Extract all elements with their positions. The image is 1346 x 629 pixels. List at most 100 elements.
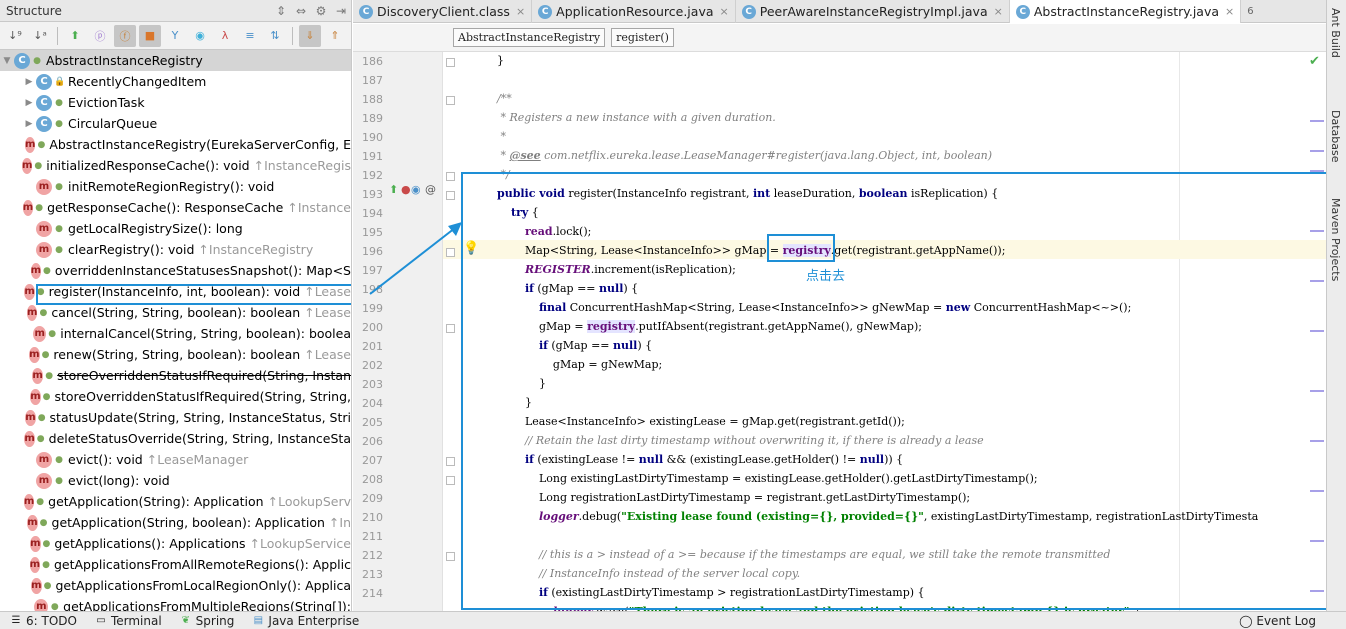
show-fields-icon[interactable]: ⓕ: [114, 24, 136, 47]
tree-method-item[interactable]: m ● evict(): void ↑LeaseManager: [0, 449, 351, 470]
hide-icon[interactable]: ⇥: [331, 2, 351, 20]
tree-method-item[interactable]: m ● AbstractInstanceRegistry(EurekaServerC…: [0, 134, 351, 155]
fold-marker-icon[interactable]: [446, 96, 455, 105]
autoscroll-to-source-icon[interactable]: ⇓: [299, 24, 321, 47]
breadcrumb-class[interactable]: AbstractInstanceRegistry: [453, 28, 606, 47]
tree-class-item[interactable]: ▶ C 🔒 RecentlyChangedItem: [0, 71, 351, 92]
overridden-icon[interactable]: ◉: [411, 183, 421, 196]
fold-marker-icon[interactable]: [446, 324, 455, 333]
tree-method-item[interactable]: m ● deleteStatusOverride(String, String, I…: [0, 428, 351, 449]
show-inherited-icon[interactable]: ⬆: [64, 25, 86, 47]
expand-arrow-icon[interactable]: ▶: [22, 119, 36, 129]
tab-abstract-instance-registry[interactable]: C AbstractInstanceRegistry.java ×: [1009, 0, 1242, 23]
autoscroll-from-source-icon[interactable]: ⇑: [324, 25, 346, 47]
tree-class-item[interactable]: ▶ C ● CircularQueue: [0, 113, 351, 134]
member-signature: CircularQueue: [68, 116, 158, 131]
breadcrumb-method[interactable]: register(): [611, 28, 674, 47]
collapse-arrow-icon[interactable]: ▼: [0, 56, 14, 66]
expand-icon[interactable]: ⇅: [264, 25, 286, 47]
gear-icon[interactable]: ⚙: [311, 2, 331, 20]
close-icon[interactable]: ×: [720, 5, 729, 18]
sort-visibility-icon[interactable]: ↓⁹: [4, 25, 26, 47]
usage-stripe-mark[interactable]: [1310, 170, 1324, 172]
editor-tabs: C DiscoveryClient.class × C ApplicationReso…: [353, 0, 1346, 23]
close-icon[interactable]: ×: [516, 5, 525, 18]
close-icon[interactable]: ×: [994, 5, 1003, 18]
tab-overflow[interactable]: 6: [1241, 0, 1259, 23]
usage-stripe-mark[interactable]: [1310, 540, 1324, 542]
tool-todo[interactable]: ☰ 6: TODO: [10, 614, 77, 628]
tree-method-item[interactable]: m ● initRemoteRegionRegistry(): void: [0, 176, 351, 197]
close-icon[interactable]: ×: [1225, 5, 1234, 18]
structure-title: Structure: [6, 3, 62, 18]
tab-discovery-client[interactable]: C DiscoveryClient.class ×: [353, 0, 533, 23]
expand-arrow-icon[interactable]: ▶: [22, 98, 36, 108]
tree-method-item[interactable]: m ● getApplication(String, boolean): Appli…: [0, 512, 351, 533]
align-icon[interactable]: ≡: [239, 25, 261, 47]
method-icon: m: [24, 430, 35, 447]
tree-method-item[interactable]: m ● overriddenInstanceStatusesSnapshot(): …: [0, 260, 351, 281]
code-editor[interactable]: 186 187 188 189 190 191 192 193 194 195 196 197 198 1…: [353, 52, 1326, 611]
tool-spring[interactable]: ❦ Spring: [180, 614, 234, 628]
tree-method-item[interactable]: m ● cancel(String, String, boolean): boole…: [0, 302, 351, 323]
usage-stripe-mark[interactable]: [1310, 590, 1324, 592]
usage-stripe-mark[interactable]: [1310, 330, 1324, 332]
implements-icon[interactable]: ⬆: [389, 183, 398, 196]
visibility-icon: ●: [55, 454, 63, 465]
tree-root[interactable]: ▼ C ● AbstractInstanceRegistry: [0, 50, 351, 71]
fold-marker-icon[interactable]: [446, 552, 455, 561]
tree-method-item[interactable]: m ● getLocalRegistrySize(): long: [0, 218, 351, 239]
tool-database[interactable]: Database: [1329, 110, 1342, 163]
show-non-public-icon[interactable]: ■: [139, 24, 161, 47]
fold-marker-icon[interactable]: [446, 476, 455, 485]
expand-arrow-icon[interactable]: ▶: [22, 77, 36, 87]
tool-ant-build[interactable]: Ant Build: [1329, 8, 1342, 58]
tree-class-item[interactable]: ▶ C ● EvictionTask: [0, 92, 351, 113]
tab-application-resource[interactable]: C ApplicationResource.java ×: [532, 0, 736, 23]
tree-method-item[interactable]: m ● statusUpdate(String, String, InstanceS…: [0, 407, 351, 428]
visibility-icon: ●: [55, 181, 63, 192]
usage-stripe-mark[interactable]: [1310, 120, 1324, 122]
tree-method-item[interactable]: m ● renew(String, String, boolean): boolea…: [0, 344, 351, 365]
fold-marker-icon[interactable]: [446, 457, 455, 466]
inherited-from-hint: ↑LookupService: [249, 536, 351, 551]
show-lambdas-icon[interactable]: Y: [164, 25, 186, 47]
tool-event-log[interactable]: ◯ Event Log: [1239, 612, 1316, 629]
fold-marker-icon[interactable]: [446, 248, 455, 257]
tree-method-item[interactable]: m ● internalCancel(String, String, boolean…: [0, 323, 351, 344]
show-properties-icon[interactable]: ⓟ: [89, 25, 111, 47]
method-icon: m: [24, 283, 35, 300]
tool-maven-projects[interactable]: Maven Projects: [1329, 198, 1342, 281]
lambda-icon[interactable]: λ: [214, 25, 236, 47]
tree-method-item[interactable]: m ● getApplicationsFromMultipleRegions(Str…: [0, 596, 351, 611]
tool-terminal[interactable]: ▭ Terminal: [95, 614, 161, 628]
usage-stripe-mark[interactable]: [1310, 490, 1324, 492]
tree-method-item[interactable]: m ● initializedResponseCache(): void ↑Insta…: [0, 155, 351, 176]
collapse-all-icon[interactable]: ⇔: [291, 2, 311, 20]
inherited-from-hint: ↑In: [328, 515, 351, 530]
usage-stripe-mark[interactable]: [1310, 280, 1324, 282]
tree-method-item[interactable]: m ● getApplicationsFromAllRemoteRegions():…: [0, 554, 351, 575]
breakpoint-icon[interactable]: ●: [401, 183, 411, 196]
tree-method-item[interactable]: m ● getApplicationsFromLocalRegionOnly(): …: [0, 575, 351, 596]
tree-method-item[interactable]: m ● storeOverriddenStatusIfRequired(String…: [0, 365, 351, 386]
usage-stripe-mark[interactable]: [1310, 440, 1324, 442]
usage-stripe-mark[interactable]: [1310, 390, 1324, 392]
usage-stripe-mark[interactable]: [1310, 230, 1324, 232]
tree-method-item[interactable]: m ● evict(long): void: [0, 470, 351, 491]
usage-stripe-mark[interactable]: [1310, 150, 1324, 152]
tab-peer-aware-registry[interactable]: C PeerAwareInstanceRegistryImpl.java ×: [736, 0, 1010, 23]
sort-alpha-icon[interactable]: ↓ᵃ: [29, 25, 51, 47]
tree-method-item[interactable]: m ● getApplications(): Applications ↑Lookup…: [0, 533, 351, 554]
tree-method-item[interactable]: m ● getApplication(String): Application ↑Lo…: [0, 491, 351, 512]
expand-all-icon[interactable]: ⇕: [271, 2, 291, 20]
fold-marker-icon[interactable]: [446, 172, 455, 181]
tool-java-enterprise[interactable]: ▤ Java Enterprise: [252, 614, 360, 628]
tree-method-item[interactable]: m ● clearRegistry(): void ↑InstanceRegistry: [0, 239, 351, 260]
visibility-icon: ●: [55, 97, 63, 108]
tree-method-item[interactable]: m ● getResponseCache(): ResponseCache ↑Inst…: [0, 197, 351, 218]
tree-method-item[interactable]: m ● storeOverriddenStatusIfRequired(String…: [0, 386, 351, 407]
fold-marker-icon[interactable]: [446, 58, 455, 67]
fold-marker-icon[interactable]: [446, 191, 455, 200]
show-anonymous-icon[interactable]: ◉: [189, 25, 211, 47]
